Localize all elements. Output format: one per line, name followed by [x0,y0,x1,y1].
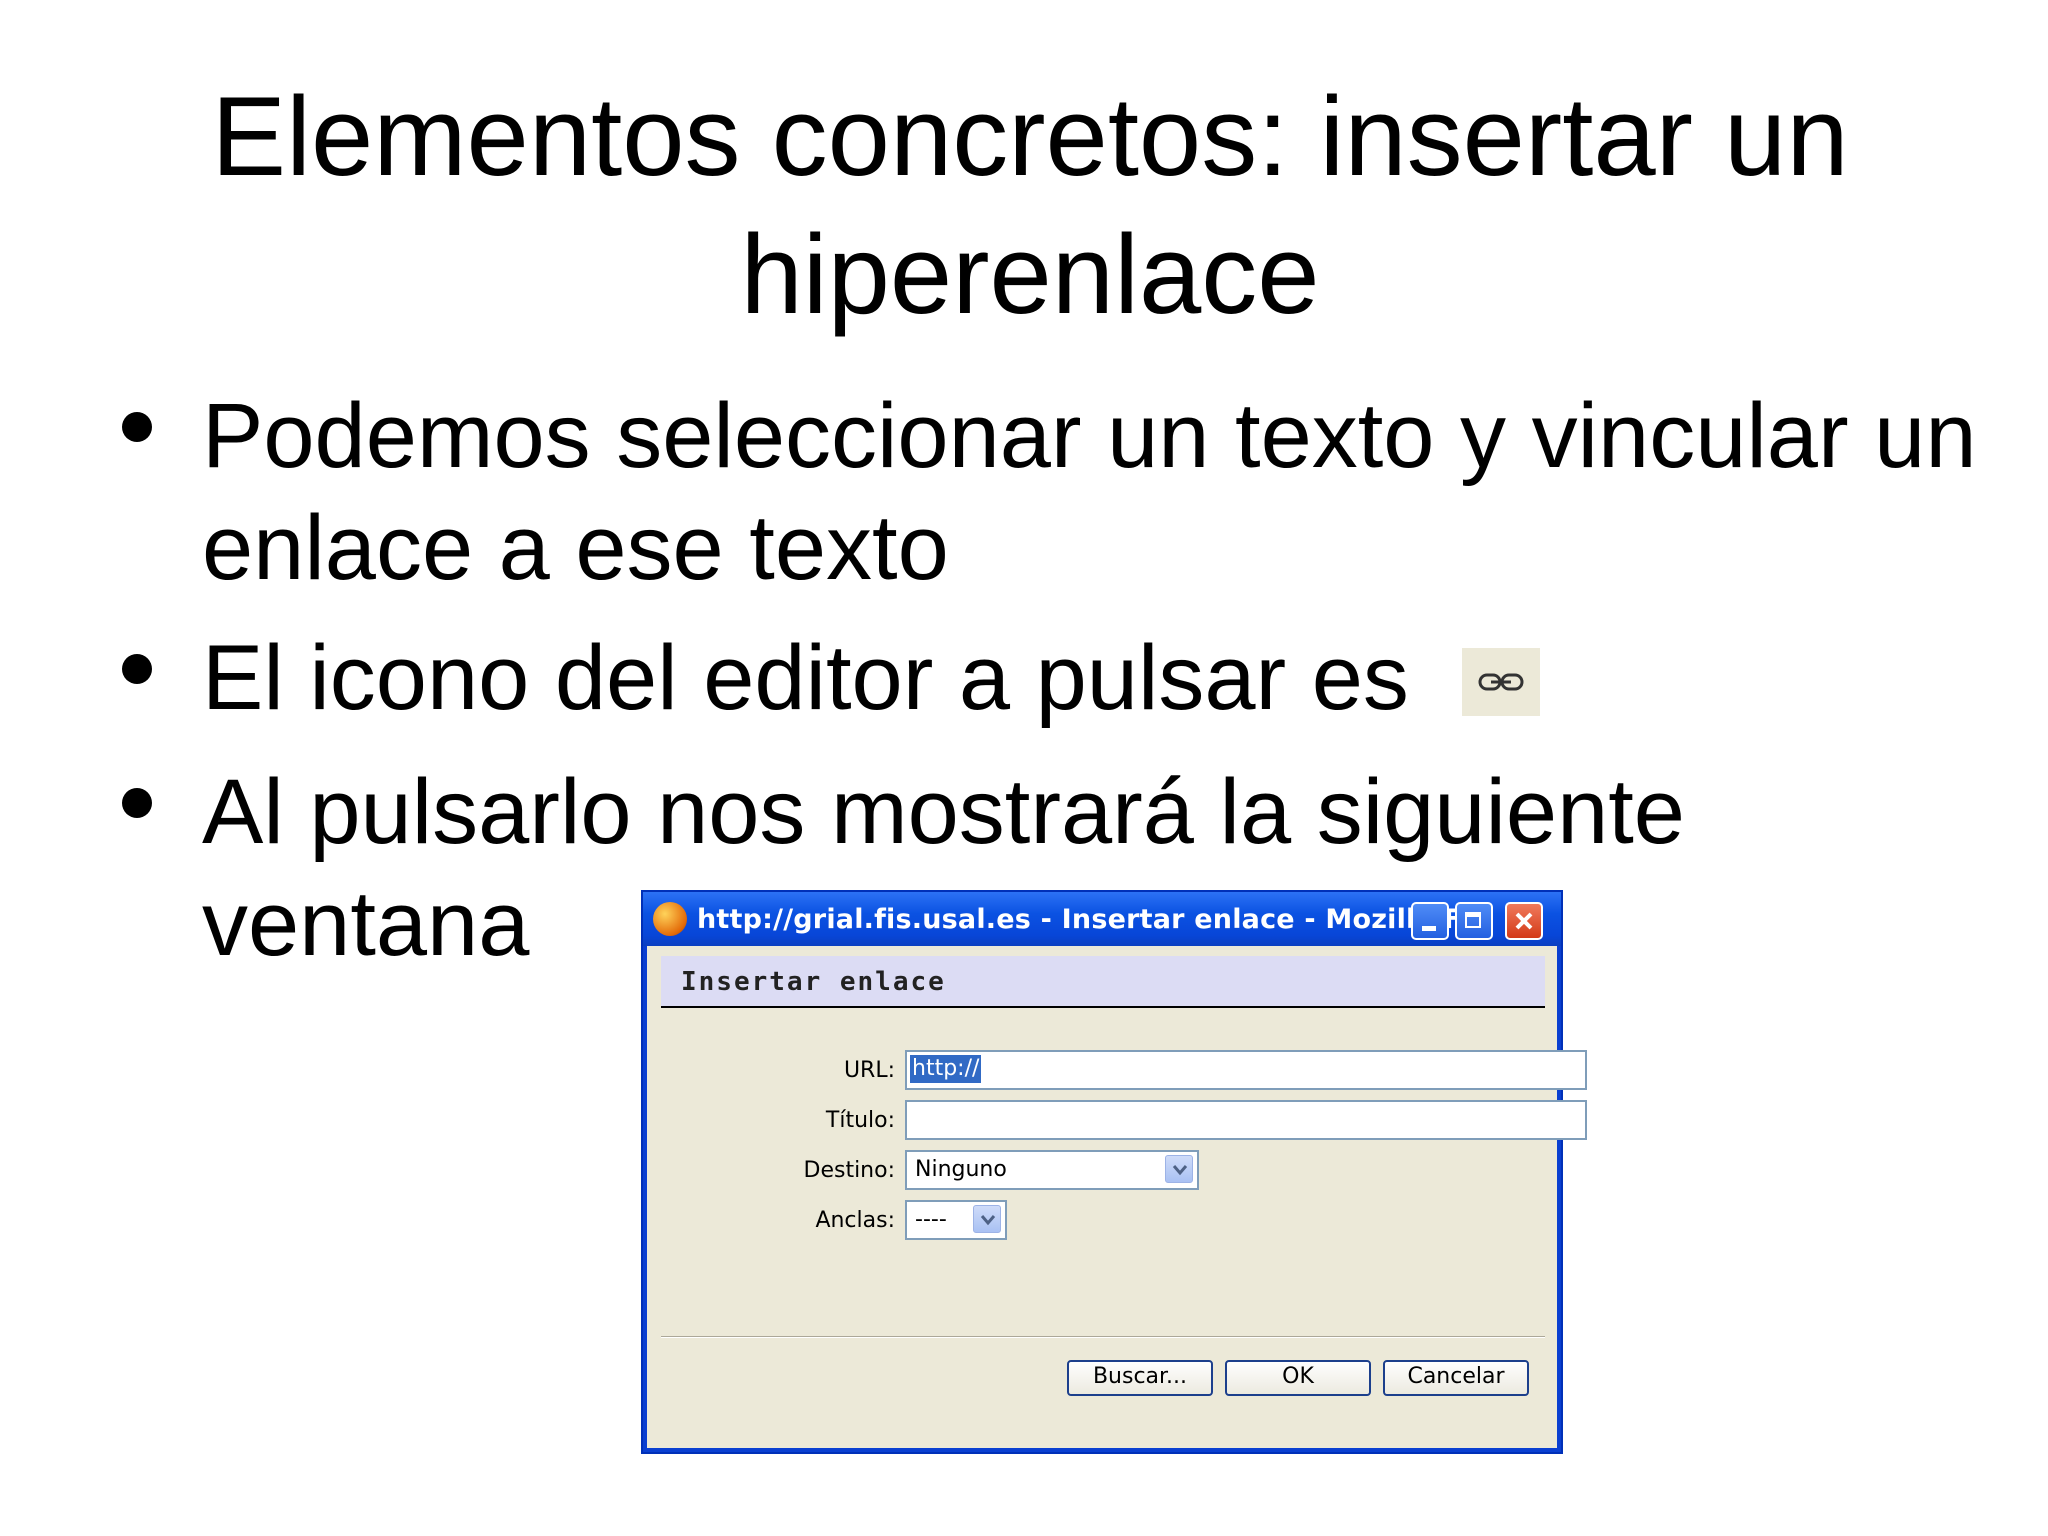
bullet-item: Podemos seleccionar un texto y vincular … [202,385,1977,599]
insert-link-dialog: http://grial.fis.usal.es - Insertar enla… [641,890,1587,1454]
url-label: URL: [843,1058,895,1083]
cancelar-button[interactable]: Cancelar [1383,1360,1529,1396]
destino-value: Ninguno [915,1157,1007,1182]
bullet-item: El icono del editor a pulsar es [202,627,1409,729]
dialog-header: Insertar enlace [661,956,1545,1008]
chevron-down-icon[interactable] [973,1205,1001,1233]
maximize-button[interactable] [1455,902,1493,940]
close-icon [1515,912,1533,930]
url-value: http:// [910,1055,982,1083]
dialog-body: Insertar enlace URL: http:// Título: Des… [647,946,1587,1448]
window-title: http://grial.fis.usal.es - Insertar enla… [697,904,1490,935]
bullet-marker [122,654,152,684]
titulo-label: Título: [825,1108,895,1133]
divider [661,1336,1545,1338]
url-input[interactable]: http:// [905,1050,1587,1090]
bullet-marker [122,788,152,818]
dialog-heading: Insertar enlace [681,967,946,997]
destino-select[interactable]: Ninguno [905,1150,1199,1190]
buscar-button[interactable]: Buscar... [1067,1360,1213,1396]
anclas-select[interactable]: ---- [905,1200,1007,1240]
minimize-button[interactable] [1411,902,1449,940]
dialog-titlebar[interactable]: http://grial.fis.usal.es - Insertar enla… [643,892,1561,946]
slide-title: Elementos concretos: insertar un hiperen… [211,74,1849,337]
close-button[interactable] [1505,902,1543,940]
anclas-value: ---- [915,1207,947,1232]
bullet-marker [122,412,152,442]
link-icon [1462,648,1540,716]
destino-label: Destino: [803,1158,896,1183]
anclas-label: Anclas: [815,1208,895,1233]
chevron-down-icon[interactable] [1165,1155,1193,1183]
firefox-icon [653,902,687,936]
titulo-input[interactable] [905,1100,1587,1140]
ok-button[interactable]: OK [1225,1360,1371,1396]
